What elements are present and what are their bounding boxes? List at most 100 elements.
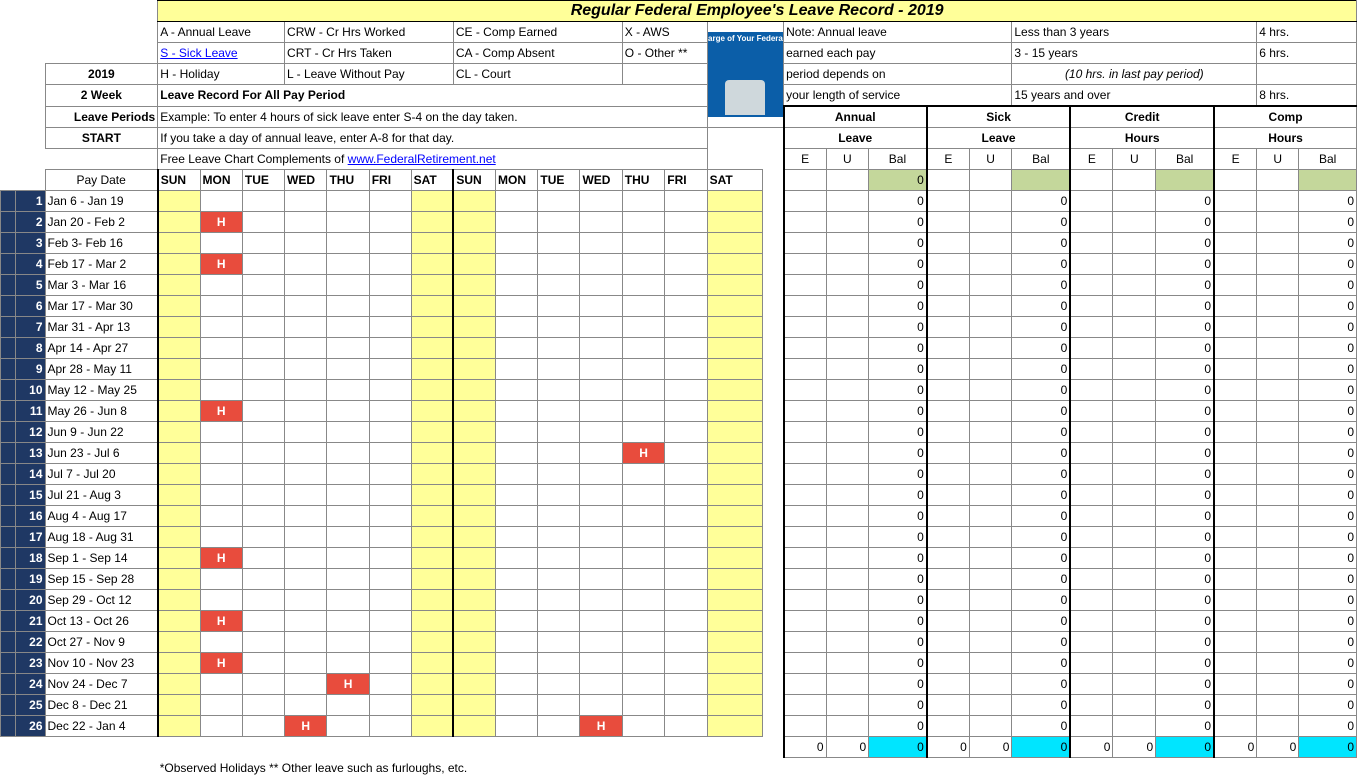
day-cell[interactable]	[327, 254, 369, 275]
day-cell[interactable]	[242, 548, 284, 569]
day-cell[interactable]	[622, 632, 665, 653]
e-cell[interactable]	[784, 653, 827, 674]
day-cell[interactable]	[665, 212, 707, 233]
day-cell[interactable]	[327, 275, 369, 296]
u-cell[interactable]	[826, 275, 869, 296]
e-cell[interactable]	[1214, 380, 1257, 401]
day-cell[interactable]	[369, 359, 411, 380]
day-cell[interactable]	[665, 296, 707, 317]
u-cell[interactable]	[969, 548, 1012, 569]
holiday-cell[interactable]: H	[200, 611, 242, 632]
u-cell[interactable]	[969, 338, 1012, 359]
holiday-cell[interactable]: H	[200, 548, 242, 569]
day-cell[interactable]	[369, 548, 411, 569]
u-cell[interactable]	[1113, 422, 1156, 443]
e-cell[interactable]	[784, 464, 827, 485]
day-cell[interactable]	[242, 506, 284, 527]
e-cell[interactable]	[784, 674, 827, 695]
u-cell[interactable]	[969, 632, 1012, 653]
u-cell[interactable]	[1113, 548, 1156, 569]
e-cell[interactable]	[927, 569, 970, 590]
e-cell[interactable]	[1214, 506, 1257, 527]
u-cell[interactable]	[969, 401, 1012, 422]
e-cell[interactable]	[1070, 716, 1113, 737]
day-cell[interactable]	[200, 233, 242, 254]
e-cell[interactable]	[1214, 212, 1257, 233]
e-cell[interactable]	[1070, 422, 1113, 443]
day-cell[interactable]	[200, 674, 242, 695]
u-cell[interactable]	[969, 212, 1012, 233]
u-cell[interactable]	[1113, 527, 1156, 548]
day-cell[interactable]	[285, 191, 327, 212]
e-cell[interactable]	[784, 401, 827, 422]
u-cell[interactable]	[1257, 548, 1299, 569]
u-cell[interactable]	[1257, 338, 1299, 359]
e-cell[interactable]	[1214, 443, 1257, 464]
day-cell[interactable]	[496, 611, 538, 632]
e-cell[interactable]	[1070, 191, 1113, 212]
day-cell[interactable]	[496, 422, 538, 443]
e-cell[interactable]	[1070, 485, 1113, 506]
u-cell[interactable]	[1113, 632, 1156, 653]
day-cell[interactable]	[327, 716, 369, 737]
u-cell[interactable]	[1113, 443, 1156, 464]
day-cell[interactable]	[538, 716, 580, 737]
e-cell[interactable]	[784, 380, 827, 401]
day-cell[interactable]	[580, 653, 622, 674]
day-cell[interactable]	[327, 401, 369, 422]
u-cell[interactable]	[1257, 275, 1299, 296]
e-cell[interactable]	[784, 548, 827, 569]
day-cell[interactable]	[538, 359, 580, 380]
day-cell[interactable]	[200, 422, 242, 443]
e-cell[interactable]	[927, 716, 970, 737]
day-cell[interactable]	[327, 296, 369, 317]
u-cell[interactable]	[826, 506, 869, 527]
day-cell[interactable]	[327, 611, 369, 632]
u-cell[interactable]	[969, 485, 1012, 506]
day-cell[interactable]	[622, 191, 665, 212]
day-cell[interactable]	[369, 422, 411, 443]
e-cell[interactable]	[1070, 611, 1113, 632]
u-cell[interactable]	[1113, 464, 1156, 485]
day-cell[interactable]	[200, 191, 242, 212]
day-cell[interactable]	[285, 590, 327, 611]
e-cell[interactable]	[1070, 590, 1113, 611]
day-cell[interactable]	[242, 443, 284, 464]
day-cell[interactable]	[622, 611, 665, 632]
day-cell[interactable]	[327, 380, 369, 401]
e-cell[interactable]	[784, 485, 827, 506]
day-cell[interactable]	[242, 191, 284, 212]
e-cell[interactable]	[1214, 296, 1257, 317]
e-cell[interactable]	[784, 590, 827, 611]
day-cell[interactable]	[622, 380, 665, 401]
day-cell[interactable]	[369, 254, 411, 275]
u-cell[interactable]	[1257, 380, 1299, 401]
u-cell[interactable]	[826, 254, 869, 275]
u-cell[interactable]	[826, 485, 869, 506]
holiday-cell[interactable]: H	[200, 653, 242, 674]
holiday-cell[interactable]: H	[200, 212, 242, 233]
u-cell[interactable]	[826, 317, 869, 338]
e-cell[interactable]	[784, 359, 827, 380]
u-cell[interactable]	[1113, 506, 1156, 527]
u-cell[interactable]	[969, 191, 1012, 212]
day-cell[interactable]	[496, 485, 538, 506]
day-cell[interactable]	[665, 653, 707, 674]
e-cell[interactable]	[927, 527, 970, 548]
day-cell[interactable]	[200, 695, 242, 716]
u-cell[interactable]	[1113, 338, 1156, 359]
day-cell[interactable]	[665, 191, 707, 212]
annual-start-bal[interactable]: 0	[869, 170, 927, 191]
day-cell[interactable]	[622, 254, 665, 275]
day-cell[interactable]	[285, 527, 327, 548]
day-cell[interactable]	[496, 548, 538, 569]
day-cell[interactable]	[538, 653, 580, 674]
day-cell[interactable]	[369, 674, 411, 695]
e-cell[interactable]	[784, 527, 827, 548]
holiday-cell[interactable]: H	[200, 254, 242, 275]
day-cell[interactable]	[242, 590, 284, 611]
e-cell[interactable]	[927, 233, 970, 254]
day-cell[interactable]	[285, 485, 327, 506]
day-cell[interactable]	[665, 275, 707, 296]
day-cell[interactable]	[242, 653, 284, 674]
